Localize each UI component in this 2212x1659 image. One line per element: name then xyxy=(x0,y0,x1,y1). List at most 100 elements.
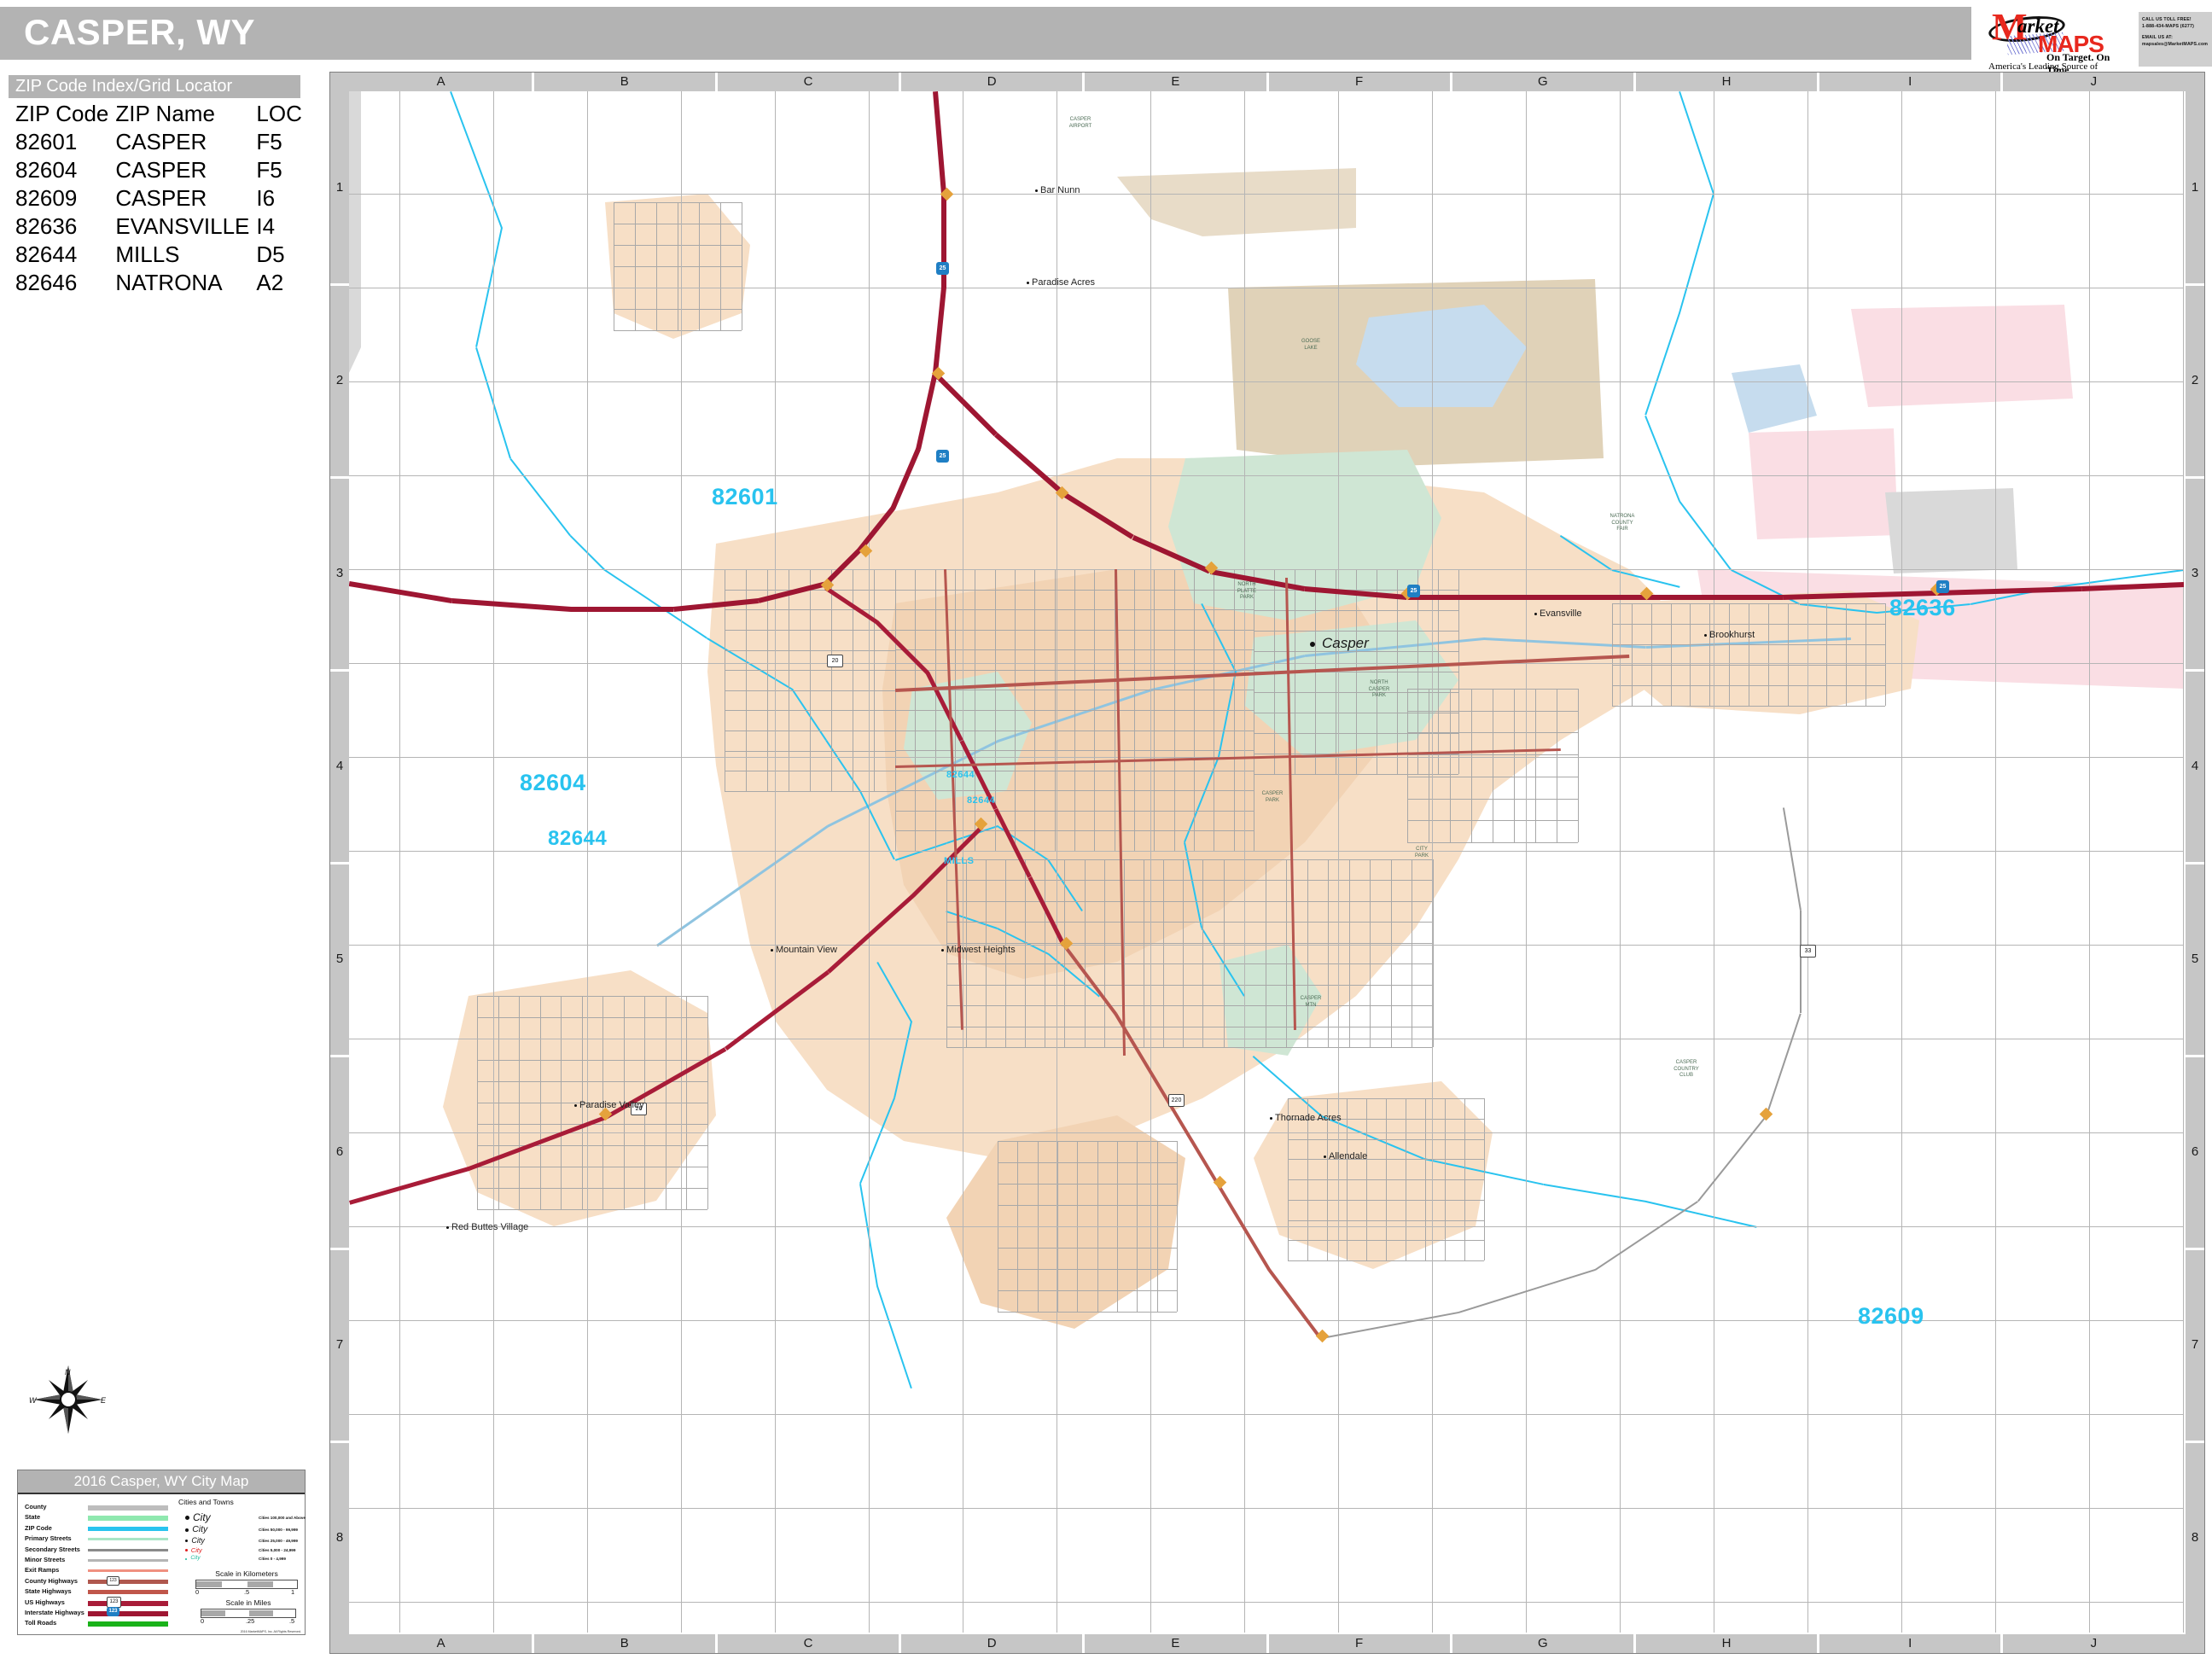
map-canvas[interactable]: 25 25 25 25 20 26 220 33 NORTH PLATTE PARK NORTH … xyxy=(349,91,2184,1633)
grid-row-label-6: 6 xyxy=(2191,1144,2199,1159)
zip-index-header-row: ZIP Code ZIP Name LOC xyxy=(9,101,302,129)
grid-separator xyxy=(330,861,349,864)
zip-loc-cell: I4 xyxy=(256,213,276,239)
grid-column-label-J: J xyxy=(2090,1636,2098,1650)
grid-ruler-bottom: A B C D E F G H I J xyxy=(330,1634,2204,1653)
county-grid-road xyxy=(349,1414,2184,1415)
grid-column-label-B: B xyxy=(620,1636,629,1650)
grid-row-label-5: 5 xyxy=(2191,952,2199,966)
scale-tick-label: 1 xyxy=(291,1588,295,1596)
park-label: CASPER COUNTRY CLUB xyxy=(1674,1060,1699,1078)
zip-boundary-line xyxy=(859,1097,895,1184)
legend-feature-label: County Highways xyxy=(25,1576,79,1585)
legend-row: County xyxy=(25,1503,170,1513)
interstate-25-east xyxy=(934,373,998,437)
us-highway-26 xyxy=(827,894,916,974)
county-grid-road xyxy=(1338,91,1339,1633)
place-label: Evansville xyxy=(1540,608,1582,619)
legend-city-range: Cities 100,000 and Above xyxy=(259,1515,306,1520)
place-label: Thornade Acres xyxy=(1275,1113,1342,1123)
county-grid-road xyxy=(349,945,2184,946)
county-grid-road xyxy=(349,1226,2184,1227)
city-dot-casper xyxy=(1310,642,1315,647)
legend-feature-label: US Highways xyxy=(25,1598,65,1606)
legend-city-name: City xyxy=(192,1524,208,1534)
legend-feature-swatch xyxy=(88,1505,168,1511)
county-grid-road xyxy=(349,475,2184,476)
county-grid-road xyxy=(2089,91,2090,1633)
county-grid-road xyxy=(869,91,870,1633)
park-label: CITY PARK xyxy=(1415,847,1429,859)
scale-bar-title: Scale in Miles xyxy=(225,1598,271,1607)
grid-separator xyxy=(2186,475,2204,479)
legend-feature-swatch xyxy=(88,1579,168,1584)
legend-city-dot xyxy=(185,1539,189,1543)
place-label: Mountain View xyxy=(776,945,837,955)
interstate-25 xyxy=(916,371,938,450)
place-dot xyxy=(1534,613,1537,615)
map-frame[interactable]: ABCDEFGHIJ ABCDEFGHIJ 12345678 12345678 … xyxy=(329,72,2205,1654)
legend-row: County Highways 123 xyxy=(25,1575,170,1587)
compass-rose: N W E xyxy=(26,1357,111,1442)
zip-area-label: 82636 xyxy=(1889,595,1956,620)
legend-shield-icon: 123 xyxy=(107,1596,121,1608)
grid-separator xyxy=(330,475,349,479)
grid-ruler-right: 1 2 3 4 5 6 7 8 xyxy=(2186,73,2204,1653)
grid-separator xyxy=(330,1054,349,1057)
grid-column-label-I: I xyxy=(1908,74,1912,89)
county-grid-road xyxy=(1150,91,1151,1633)
park-label: NORTH CASPER PARK xyxy=(1368,680,1390,698)
grid-column-label-C: C xyxy=(803,74,813,89)
grid-separator xyxy=(1817,73,1820,91)
page-title: CASPER, WY xyxy=(24,12,256,52)
interstate-25-east xyxy=(1132,535,1211,574)
grid-separator xyxy=(330,282,349,286)
grid-separator xyxy=(2000,1634,2004,1653)
zip-name-cell: CASPER xyxy=(115,185,207,211)
us-highway-26 xyxy=(349,1167,470,1205)
phone-number: 1-888-434-MAPS (6277) xyxy=(2142,24,2195,30)
legend-row: Exit Ramps xyxy=(25,1566,170,1576)
zip-index-table: ZIP Code ZIP Name LOC 82601 CASPER F5 82604 CAS… xyxy=(9,101,302,298)
grid-separator xyxy=(2186,1440,2204,1443)
grid-separator xyxy=(2186,861,2204,864)
legend-feature-label: Toll Roads xyxy=(25,1619,57,1627)
interstate-25-east xyxy=(1062,492,1134,540)
place-dot xyxy=(771,949,773,952)
county-grid-road xyxy=(349,381,2184,382)
grid-separator xyxy=(899,73,902,91)
email-address: mapsales@MarketMAPS.com xyxy=(2142,42,2209,48)
zip-area-label: 82604 xyxy=(520,770,586,795)
zip-boundary-line xyxy=(876,1286,912,1389)
logo-artwork: M arket MAPS On Target. On Time. America… xyxy=(1987,7,2130,82)
scale-tick-label: .5 xyxy=(289,1617,295,1625)
zip-index-row[interactable]: 82644 MILLS D5 xyxy=(9,242,302,270)
grid-column-label-H: H xyxy=(1721,74,1732,89)
compass-west-label: W xyxy=(29,1396,37,1405)
place-label: Allendale xyxy=(1329,1151,1368,1161)
street-mesh xyxy=(1407,689,1579,843)
street-mesh xyxy=(614,202,742,331)
grid-separator xyxy=(1449,1634,1452,1653)
zip-index-row[interactable]: 82609 CASPER I6 xyxy=(9,185,302,213)
zip-index-row[interactable]: 82636 EVANSVILLE I4 xyxy=(9,213,302,242)
legend-city-range: Cities 50,000 - 99,999 xyxy=(259,1527,298,1532)
grid-row-label-8: 8 xyxy=(335,1530,344,1545)
grid-row-label-3: 3 xyxy=(335,566,344,580)
grid-row-label-7: 7 xyxy=(2191,1337,2199,1352)
grid-separator xyxy=(330,1247,349,1250)
zip-index-row[interactable]: 82601 CASPER F5 xyxy=(9,129,302,157)
grid-separator xyxy=(330,1440,349,1443)
highway-shield-icon: 25 xyxy=(1407,585,1420,597)
legend-feature-swatch xyxy=(88,1538,168,1541)
grid-separator xyxy=(1082,73,1086,91)
grid-ruler-left: 1 2 3 4 5 6 7 8 xyxy=(330,73,349,1653)
zip-code-cell: 82609 xyxy=(15,185,78,211)
legend-cities-title: Cities and Towns xyxy=(178,1498,234,1506)
grid-row-label-4: 4 xyxy=(335,759,344,773)
zip-index-row[interactable]: 82646 NATRONA A2 xyxy=(9,270,302,298)
park-label: NORTH PLATTE PARK xyxy=(1237,582,1257,600)
zip-index-row[interactable]: 82604 CASPER F5 xyxy=(9,157,302,185)
place-dot xyxy=(1270,1117,1272,1120)
county-highway xyxy=(1783,807,1802,911)
